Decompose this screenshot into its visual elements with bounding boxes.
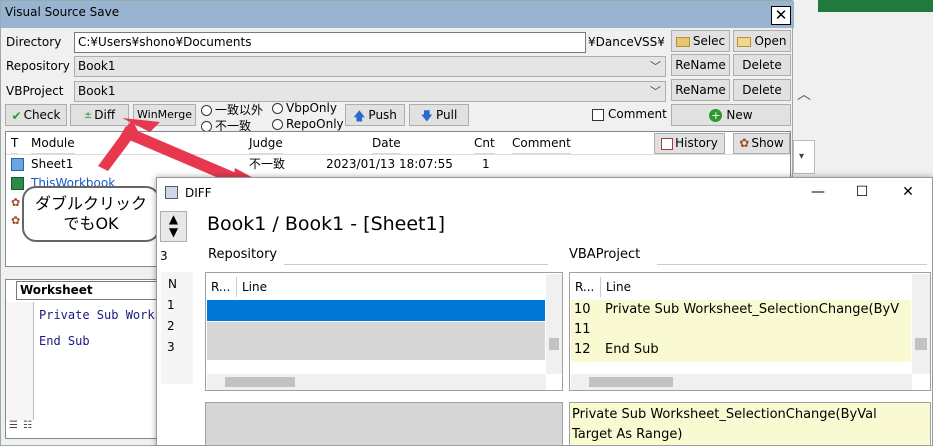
vertical-scrollbar[interactable] [546, 274, 562, 374]
vbaproject-diff-pane: R... Line 10 Private Sub Worksheet_Selec… [569, 272, 931, 391]
n-value: 3 [167, 340, 175, 354]
scroll-thumb[interactable] [549, 338, 559, 350]
repository-diff-pane: R... Line [205, 272, 563, 391]
row-r: 10 [574, 302, 591, 317]
col-divider [236, 277, 237, 297]
right-col-line[interactable]: Line [606, 280, 631, 294]
selected-row[interactable] [207, 300, 545, 321]
app-icon [165, 186, 178, 199]
diff-window: DIFF — ☐ ✕ ▲ ▼ Book1 / Book1 - [Sheet1] … [156, 177, 933, 446]
table-row[interactable]: 11 [571, 320, 911, 340]
diff-count: 3 [160, 249, 168, 263]
n-header: N [168, 277, 177, 291]
repository-section-label: Repository [208, 247, 278, 262]
vbaproject-section-label: VBAProject [569, 247, 641, 262]
row-line: End Sub [605, 342, 659, 357]
row-line: Private Sub Worksheet_SelectionChange(By… [605, 302, 900, 317]
callout-bubble: ダブルクリック でもOK [22, 186, 160, 242]
right-col-r[interactable]: R... [575, 280, 594, 294]
row-r: 12 [574, 342, 591, 357]
table-row[interactable]: 10 Private Sub Worksheet_SelectionChange… [571, 300, 911, 320]
repository-detail-pane[interactable] [205, 402, 563, 446]
detail-line: Target As Range) [572, 427, 683, 442]
divider-line [284, 264, 548, 265]
horizontal-scrollbar[interactable] [207, 374, 546, 390]
nav-updown-button[interactable]: ▲ ▼ [160, 211, 187, 242]
detail-line: Private Sub Worksheet_SelectionChange(By… [572, 407, 877, 422]
maximize-button[interactable]: ☐ [847, 184, 877, 200]
col-divider [600, 277, 601, 297]
callout-line2: でもOK [63, 214, 119, 233]
divider-line [657, 264, 927, 265]
callout-line1: ダブルクリック [34, 194, 147, 213]
empty-rows[interactable] [207, 322, 545, 360]
scroll-thumb[interactable] [225, 377, 295, 387]
scroll-thumb[interactable] [915, 338, 927, 350]
vbaproject-detail-pane[interactable]: Private Sub Worksheet_SelectionChange(By… [569, 402, 931, 446]
minimize-button[interactable]: — [803, 184, 833, 200]
n-value: 2 [167, 319, 175, 333]
left-col-line[interactable]: Line [242, 280, 267, 294]
triangle-down-icon: ▼ [168, 225, 179, 239]
scroll-thumb[interactable] [589, 377, 673, 387]
arrow-to-diff-icon [98, 120, 138, 171]
diff-title-bar: DIFF — ☐ ✕ [157, 178, 932, 210]
diff-close-button[interactable]: ✕ [893, 184, 923, 200]
horizontal-scrollbar[interactable] [571, 374, 912, 390]
line-number-column: N 1 2 3 [161, 272, 193, 384]
vertical-scrollbar[interactable] [912, 274, 930, 374]
left-col-r[interactable]: R... [211, 280, 230, 294]
diff-heading: Book1 / Book1 - [Sheet1] [207, 213, 446, 235]
n-value: 1 [167, 298, 175, 312]
diff-window-title: DIFF [185, 186, 212, 200]
row-r: 11 [574, 322, 591, 337]
table-row[interactable]: 12 End Sub [571, 340, 911, 360]
